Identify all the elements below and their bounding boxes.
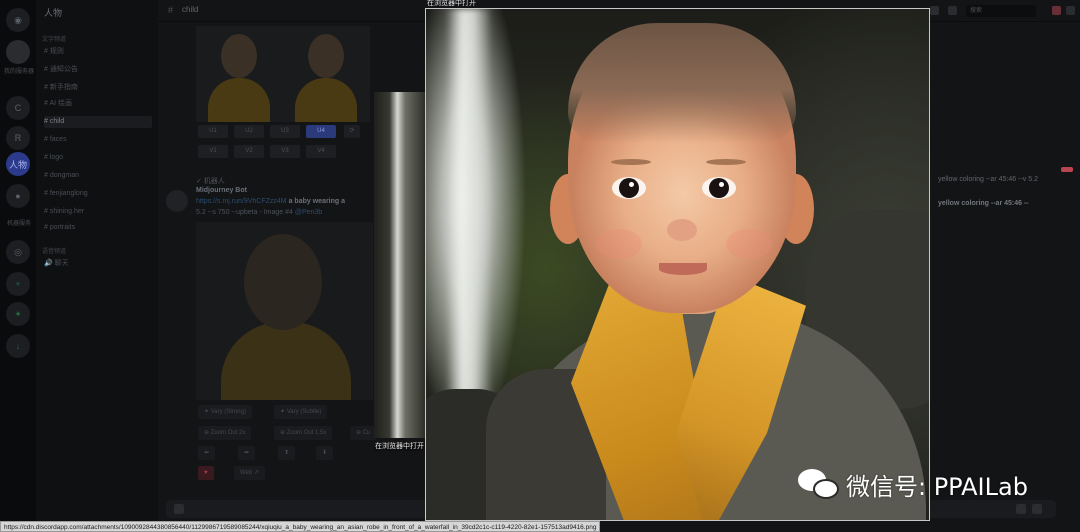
channel-item[interactable]: # 规则 [44,46,152,58]
right-eye [702,177,736,199]
channel-item[interactable]: # 新手指南 [44,82,152,94]
custom-zoom-button[interactable]: ⊕ Cu [350,426,377,440]
right-cheek [726,229,772,259]
bot-avatar[interactable] [166,190,188,212]
baby-hair [568,23,796,143]
web-button[interactable]: Web ↗ [234,466,265,480]
server-label: 我的服务器 [3,69,34,75]
server-icon[interactable]: ● [6,184,30,208]
reroll-button[interactable]: ⟳ [344,125,360,138]
channel-category[interactable]: 文字频道 [42,34,66,43]
prompt-text-right: yellow coloring --ar 45:46 --v 5.2 [938,176,1038,183]
more-icon[interactable] [1066,6,1075,15]
channel-item[interactable]: # portraits [44,222,152,234]
gift-icon[interactable] [1016,504,1026,514]
channel-title: child [182,5,199,14]
channel-item[interactable]: # shining.her [44,206,152,218]
server-icon[interactable]: R [6,126,30,150]
grid-image[interactable] [283,26,370,122]
grid-image[interactable] [196,26,283,122]
variation-button-3[interactable]: V3 [270,145,300,158]
variation-button-1[interactable]: V1 [198,145,228,158]
status-bar-url: https://cdn.discordapp.com/attachments/1… [0,521,601,532]
vary-strong-button[interactable]: ✦ Vary (Strong) [198,405,252,419]
variation-button-2[interactable]: V2 [234,145,264,158]
message-author-line: Midjourney Bot [196,187,247,194]
upscale-button-4[interactable]: U4 [306,125,336,138]
server-icon[interactable]: C [6,96,30,120]
prompt-text-right-2: yellow coloring --ar 45:46 -- [938,200,1029,207]
robe-shape [295,78,357,122]
open-in-browser-link-secondary[interactable]: 在浏览器中打开 [374,443,425,451]
face-shape [221,34,257,78]
upscale-button-2[interactable]: U2 [234,125,264,138]
server-avatar[interactable] [6,40,30,64]
nose-shape [667,219,697,241]
channel-item[interactable]: # faces [44,134,152,146]
voice-channel-item[interactable]: 🔊 聊天 [44,258,152,270]
channel-category[interactable]: 语音频道 [42,246,66,255]
left-brow [611,159,651,165]
channel-item-child[interactable]: # child [44,116,152,128]
channel-item[interactable]: # AI 绘画 [44,98,152,110]
favorite-heart-icon[interactable]: ♥ [198,466,214,480]
channel-sidebar: 人物 文字频道 # 规则 # 通知公告 # 新手指南 # AI 绘画 # chi… [36,0,158,532]
message-author[interactable]: Midjourney Bot [196,187,247,194]
server-icon-active[interactable]: 人物 [6,152,30,176]
server-icon[interactable]: ◎ [6,240,30,264]
variation-button-4[interactable]: V4 [306,145,336,158]
hash-icon: # [168,5,174,15]
download-icon[interactable]: ↓ [6,334,30,358]
search-input[interactable]: 搜索 [966,5,1036,17]
robe-shape [208,78,270,122]
wechat-watermark: 微信号: PPAILab [798,466,1028,502]
server-label: 机器服务 [6,221,31,227]
mouth-shape [659,263,707,275]
pan-down-button[interactable]: ⬇ [316,446,334,460]
vary-subtle-button[interactable]: ✦ Vary (Subtle) [274,405,328,419]
pan-up-button[interactable]: ⬆ [278,446,296,460]
add-server-icon[interactable]: + [6,272,30,296]
upscale-button-1[interactable]: U1 [198,125,228,138]
waterfall-shape [446,9,492,409]
image-grid-preview[interactable] [196,26,370,122]
message-link[interactable]: https://s.mj.run/9VhCFZzz4M [196,198,287,205]
zoom-out-1-5x-button[interactable]: ⊕ Zoom Out 1.5x [274,426,333,440]
members-icon[interactable] [948,6,957,15]
channel-item[interactable]: # 通知公告 [44,64,152,76]
server-name[interactable]: 人物 [44,6,62,19]
open-in-browser-link[interactable]: 在浏览器中打开 [427,0,476,8]
message-content: https://s.mj.run/9VhCFZzz4M a baby weari… [196,198,346,205]
popup-neighbor-image [374,92,426,438]
left-cheek [596,229,642,259]
inbox-icon[interactable] [930,6,939,15]
message-header: ✓ 机器人 [196,178,225,185]
explore-icon[interactable]: ✦ [6,302,30,326]
plus-icon[interactable] [174,504,184,514]
watermark-text: 微信号: PPAILab [846,472,1028,501]
message-content-2: 5.2 --s 750 --upbeta - Image #4 @Pen3b [196,209,323,216]
server-rail: ◉ 我的服务器 C R 人物 ● 机器服务 ◎ + ✦ ↓ [0,0,36,532]
channel-item[interactable]: # logo [44,152,152,164]
robe-shape [221,322,351,400]
upscale-button-3[interactable]: U3 [270,125,300,138]
face-shape [308,34,344,78]
image-viewer[interactable] [425,8,930,521]
user-mention[interactable]: @Pen3b [295,209,322,216]
channel-item[interactable]: # dongman [44,170,152,182]
help-icon[interactable] [1052,6,1061,15]
wechat-icon [798,467,840,501]
pan-right-button[interactable]: ➡ [238,446,256,460]
face-shape [244,234,322,330]
notification-badge [1061,167,1073,172]
right-brow [706,159,746,165]
discord-window: ◉ 我的服务器 C R 人物 ● 机器服务 ◎ + ✦ ↓ 人物 文字频道 # … [0,0,1080,532]
zoom-out-2x-button[interactable]: ⊕ Zoom Out 2x [198,426,252,440]
pan-left-button[interactable]: ⬅ [198,446,216,460]
discord-home-icon[interactable]: ◉ [6,8,30,32]
channel-item[interactable]: # fenjianglong [44,188,152,200]
left-eye [612,177,646,199]
emoji-icon[interactable] [1032,504,1042,514]
upscaled-image-preview[interactable] [196,222,373,400]
